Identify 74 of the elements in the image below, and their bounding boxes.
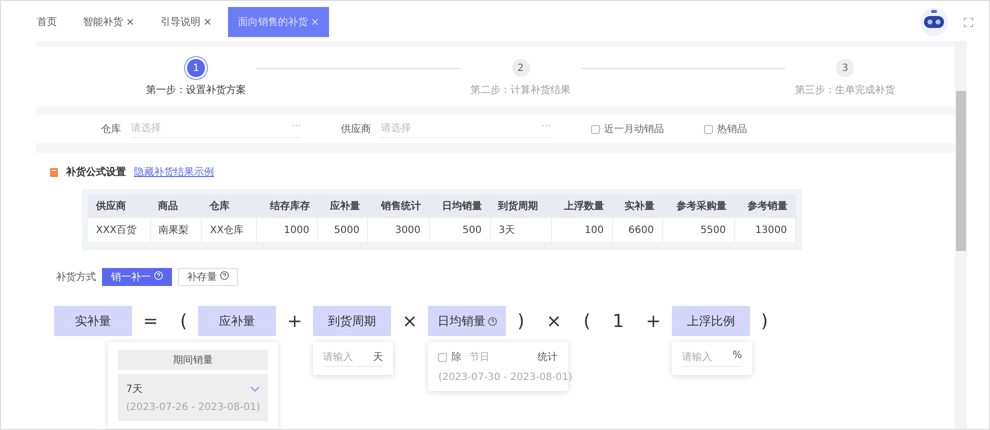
- table-cell: 100: [551, 218, 612, 242]
- table-cell: 南果梨: [150, 218, 202, 242]
- table-cell: 13000: [734, 218, 796, 242]
- formula-term[interactable]: 到货周期: [313, 306, 392, 336]
- period-select[interactable]: 7天 (2023-07-26 - 2023-08-01): [118, 374, 268, 421]
- column-header: 商品: [150, 194, 202, 218]
- help-icon: [154, 271, 164, 280]
- step: 3 第三步：生单完成补货: [795, 59, 895, 97]
- column-header: 销售统计: [368, 194, 430, 218]
- table-cell: 1000: [256, 218, 318, 242]
- formula-operator: ×: [401, 310, 418, 332]
- field-label: 仓库: [101, 122, 121, 136]
- column-header: 实补量: [612, 194, 662, 218]
- popover-title: 期间销量: [118, 350, 268, 370]
- checkbox[interactable]: 近一月动销品: [591, 122, 664, 136]
- column-header: 参考销量: [734, 194, 796, 218]
- date-range: (2023-07-30 - 2023-08-01): [438, 372, 572, 383]
- column-header: 结存库存: [256, 194, 318, 218]
- formula-operator: =: [142, 310, 160, 332]
- formula-term[interactable]: 日均销量: [428, 306, 506, 336]
- exclude-checkbox[interactable]: 除: [438, 350, 462, 364]
- input-field[interactable]: 请输入 天: [323, 350, 384, 367]
- column-header: 上浮数量: [551, 194, 612, 218]
- tab[interactable]: 首页: [27, 7, 67, 37]
- column-header: 参考采购量: [662, 194, 734, 218]
- table-cell: 3天: [490, 218, 552, 242]
- help-icon: [220, 271, 230, 280]
- formula-operator: ×: [545, 310, 562, 332]
- formula-operator: ): [516, 310, 526, 332]
- step-number: 2: [512, 59, 530, 77]
- column-header: 应补量: [318, 194, 368, 218]
- formula-term[interactable]: 上浮比例: [672, 306, 750, 336]
- method-option[interactable]: 补存量: [178, 268, 238, 286]
- formula-term[interactable]: 应补量: [198, 306, 276, 336]
- field-label: 供应商: [341, 122, 371, 136]
- column-header: 到货周期: [490, 194, 552, 218]
- tab[interactable]: 智能补货 ×: [73, 7, 144, 37]
- help-icon: [488, 316, 498, 326]
- table-cell: 5000: [318, 218, 368, 242]
- section-icon: [50, 168, 58, 176]
- formula-operator: 1: [611, 310, 625, 332]
- scrollbar[interactable]: [955, 41, 967, 429]
- table-cell: XX仓库: [201, 218, 257, 242]
- column-header: 日均销量: [429, 194, 490, 218]
- table-cell: 3000: [368, 218, 430, 242]
- date-range: (2023-07-26 - 2023-08-01): [126, 402, 260, 413]
- chevron-down-icon: [250, 386, 260, 392]
- formula-operator: (: [179, 310, 188, 332]
- table-cell: 5500: [662, 218, 734, 242]
- robot-avatar-icon[interactable]: [918, 7, 950, 37]
- formula-operator: +: [286, 310, 304, 332]
- table-cell: 500: [429, 218, 490, 242]
- checkbox[interactable]: 热销品: [704, 122, 747, 136]
- step: 1 第一步：设置补货方案: [146, 59, 246, 97]
- select-value: 7天: [126, 383, 142, 396]
- input-field[interactable]: 请输入 %: [682, 350, 742, 367]
- formula-operator: ): [760, 310, 770, 332]
- column-header: 供应商: [88, 194, 150, 218]
- unit-label: 统计: [537, 350, 558, 364]
- step-number: 3: [836, 59, 854, 77]
- tab[interactable]: 引导说明 ×: [150, 7, 222, 37]
- formula-operator: +: [644, 310, 662, 332]
- hide-example-link[interactable]: 隐藏补货结果示例: [134, 165, 214, 179]
- column-header: 仓库: [201, 194, 257, 218]
- formula-term[interactable]: 实补量: [54, 306, 132, 336]
- fullscreen-icon[interactable]: [964, 18, 973, 26]
- formula-operator: (: [582, 310, 592, 332]
- method-label: 补货方式: [56, 270, 96, 284]
- section-title: 补货公式设置: [66, 165, 126, 179]
- method-option[interactable]: 销一补一: [102, 268, 172, 286]
- table-cell: 6600: [612, 218, 662, 242]
- table-cell: XXX百货: [88, 218, 150, 242]
- step: 2 第二步：计算补货结果: [470, 59, 570, 97]
- step-number: 1: [187, 59, 205, 77]
